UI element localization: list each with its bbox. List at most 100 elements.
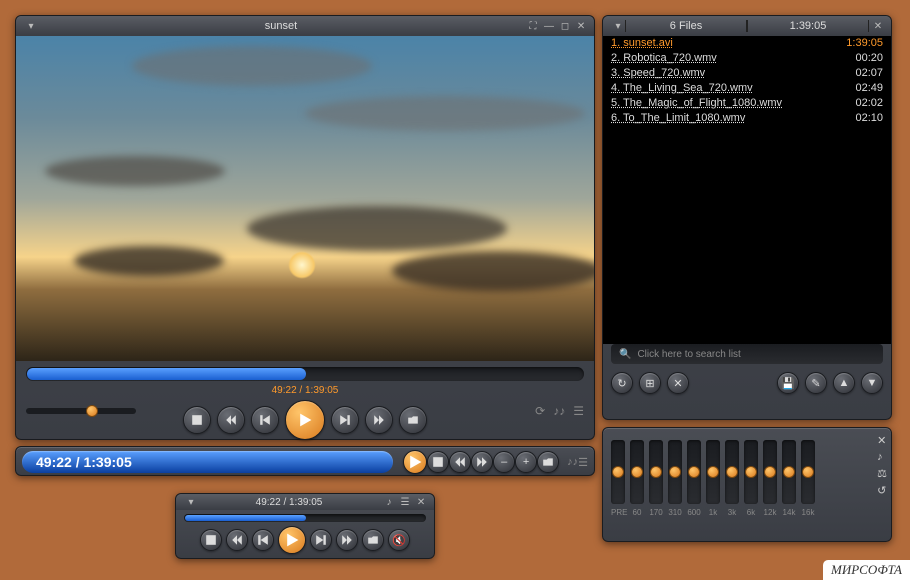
stop-button[interactable]	[183, 406, 211, 434]
playlist-search[interactable]: 🔍 Click here to search list	[611, 344, 883, 364]
open-button[interactable]	[399, 406, 427, 434]
close-icon[interactable]: ✕	[871, 19, 885, 33]
mini-forward-button[interactable]	[336, 529, 358, 551]
compact-rewind-button[interactable]	[449, 451, 471, 473]
mini-time-display: 49:22 / 1:39:05	[256, 497, 323, 508]
eq-thumb[interactable]	[631, 466, 643, 478]
eq-thumb[interactable]	[802, 466, 814, 478]
eq-slider[interactable]	[687, 440, 701, 504]
playlist-item-duration: 02:07	[855, 67, 883, 79]
pl-remove-button[interactable]: ✕	[667, 372, 689, 394]
mini-titlebar[interactable]: ▾ 49:22 / 1:39:05 ♪ ☰ ✕	[176, 494, 434, 510]
mini-play-button[interactable]	[278, 526, 306, 554]
mini-rewind-button[interactable]	[226, 529, 248, 551]
eq-thumb[interactable]	[726, 466, 738, 478]
mini-seek-bar[interactable]	[184, 514, 426, 522]
compact-open-button[interactable]	[537, 451, 559, 473]
previous-button[interactable]	[251, 406, 279, 434]
compact-eq-icon[interactable]: ♪♪	[567, 456, 578, 468]
watermark: МИРСОФТА	[823, 560, 910, 580]
pl-save-button[interactable]: 💾	[777, 372, 799, 394]
eq-slider[interactable]	[630, 440, 644, 504]
system-menu-icon[interactable]: ▾	[24, 19, 38, 33]
eq-thumb[interactable]	[745, 466, 757, 478]
player-titlebar[interactable]: ▾ sunset ⛶ — ◻ ✕	[16, 16, 594, 36]
fullscreen-icon[interactable]: ⛶	[526, 19, 540, 33]
video-display[interactable]	[16, 36, 594, 361]
playlist-item[interactable]: 4. The_Living_Sea_720.wmv02:49	[603, 81, 891, 96]
compact-zoom-out-button[interactable]: –	[493, 451, 515, 473]
mini-open-button[interactable]	[362, 529, 384, 551]
eq-slider[interactable]	[668, 440, 682, 504]
compact-menu-icon[interactable]: ☰	[578, 456, 588, 469]
mini-mute-button[interactable]: 🔇	[388, 529, 410, 551]
eq-slider[interactable]	[782, 440, 796, 504]
pl-up-button[interactable]: ▲	[833, 372, 855, 394]
volume-thumb[interactable]	[86, 405, 98, 417]
playlist-item-label: 1. sunset.avi	[611, 37, 846, 49]
playlist-item[interactable]: 2. Robotica_720.wmv00:20	[603, 51, 891, 66]
player-controls: ⟳ ♪♪ ☰	[16, 400, 594, 450]
play-button[interactable]	[285, 400, 325, 440]
compact-stop-button[interactable]	[427, 451, 449, 473]
pl-down-button[interactable]: ▼	[861, 372, 883, 394]
pl-tools-button[interactable]: ✎	[805, 372, 827, 394]
rewind-button[interactable]	[217, 406, 245, 434]
equalizer-sliders: ✕ ♪ ⚖ ↺	[603, 428, 891, 508]
eq-slider[interactable]	[611, 440, 625, 504]
pl-refresh-button[interactable]: ↻	[611, 372, 633, 394]
seek-bar[interactable]	[26, 367, 584, 381]
playlist-titlebar[interactable]: ▾ 6 Files 1:39:05 ✕	[603, 16, 891, 36]
eq-thumb[interactable]	[764, 466, 776, 478]
playlist-body[interactable]: 1. sunset.avi1:39:052. Robotica_720.wmv0…	[603, 36, 891, 344]
pl-view-button[interactable]: ⊞	[639, 372, 661, 394]
compact-zoom-in-button[interactable]: +	[515, 451, 537, 473]
mini-previous-button[interactable]	[252, 529, 274, 551]
eq-slider[interactable]	[801, 440, 815, 504]
eq-thumb[interactable]	[669, 466, 681, 478]
player-window: ▾ sunset ⛶ — ◻ ✕ 49:22 / 1:39:05 ⟳ ♪♪	[15, 15, 595, 440]
eq-slider[interactable]	[744, 440, 758, 504]
playlist-item-duration: 02:49	[855, 82, 883, 94]
eq-close-icon[interactable]: ✕	[877, 434, 887, 447]
next-button[interactable]	[331, 406, 359, 434]
playlist-item[interactable]: 5. The_Magic_of_Flight_1080.wmv02:02	[603, 96, 891, 111]
eq-thumb[interactable]	[612, 466, 624, 478]
close-icon[interactable]: ✕	[414, 495, 428, 509]
eq-balance-icon[interactable]: ⚖	[877, 467, 887, 480]
playlist-item[interactable]: 3. Speed_720.wmv02:07	[603, 66, 891, 81]
eq-slider[interactable]	[649, 440, 663, 504]
eq-thumb[interactable]	[707, 466, 719, 478]
system-menu-icon[interactable]: ▾	[184, 495, 198, 509]
compact-play-button[interactable]	[403, 450, 427, 474]
playlist-item[interactable]: 1. sunset.avi1:39:05	[603, 36, 891, 51]
eq-slider[interactable]	[706, 440, 720, 504]
eq-eq-icon[interactable]: ♪	[877, 451, 887, 463]
eq-band-label: 1k	[706, 508, 720, 517]
minimize-icon[interactable]: —	[542, 19, 556, 33]
compact-bar: 49:22 / 1:39:05 – + ♪♪ ☰	[15, 446, 595, 476]
maximize-icon[interactable]: ◻	[558, 19, 572, 33]
playlist-item[interactable]: 6. To_The_Limit_1080.wmv02:10	[603, 111, 891, 126]
eq-reset-icon[interactable]: ↺	[877, 484, 887, 497]
playlist-icon[interactable]: ☰	[573, 404, 584, 418]
repeat-icon[interactable]: ⟳	[535, 404, 545, 418]
compact-forward-button[interactable]	[471, 451, 493, 473]
system-menu-icon[interactable]: ▾	[611, 19, 625, 33]
volume-slider[interactable]	[26, 408, 136, 414]
mini-stop-button[interactable]	[200, 529, 222, 551]
equalizer-icon[interactable]: ♪♪	[553, 404, 565, 418]
menu-icon[interactable]: ☰	[398, 495, 412, 509]
playlist-item-label: 5. The_Magic_of_Flight_1080.wmv	[611, 97, 855, 109]
mini-controls: 🔇	[176, 526, 434, 560]
eq-thumb[interactable]	[650, 466, 662, 478]
eq-slider[interactable]	[725, 440, 739, 504]
playlist-item-duration: 02:02	[855, 97, 883, 109]
eq-thumb[interactable]	[783, 466, 795, 478]
mini-next-button[interactable]	[310, 529, 332, 551]
eq-thumb[interactable]	[688, 466, 700, 478]
eq-icon[interactable]: ♪	[382, 495, 396, 509]
close-icon[interactable]: ✕	[574, 19, 588, 33]
eq-slider[interactable]	[763, 440, 777, 504]
fast-forward-button[interactable]	[365, 406, 393, 434]
